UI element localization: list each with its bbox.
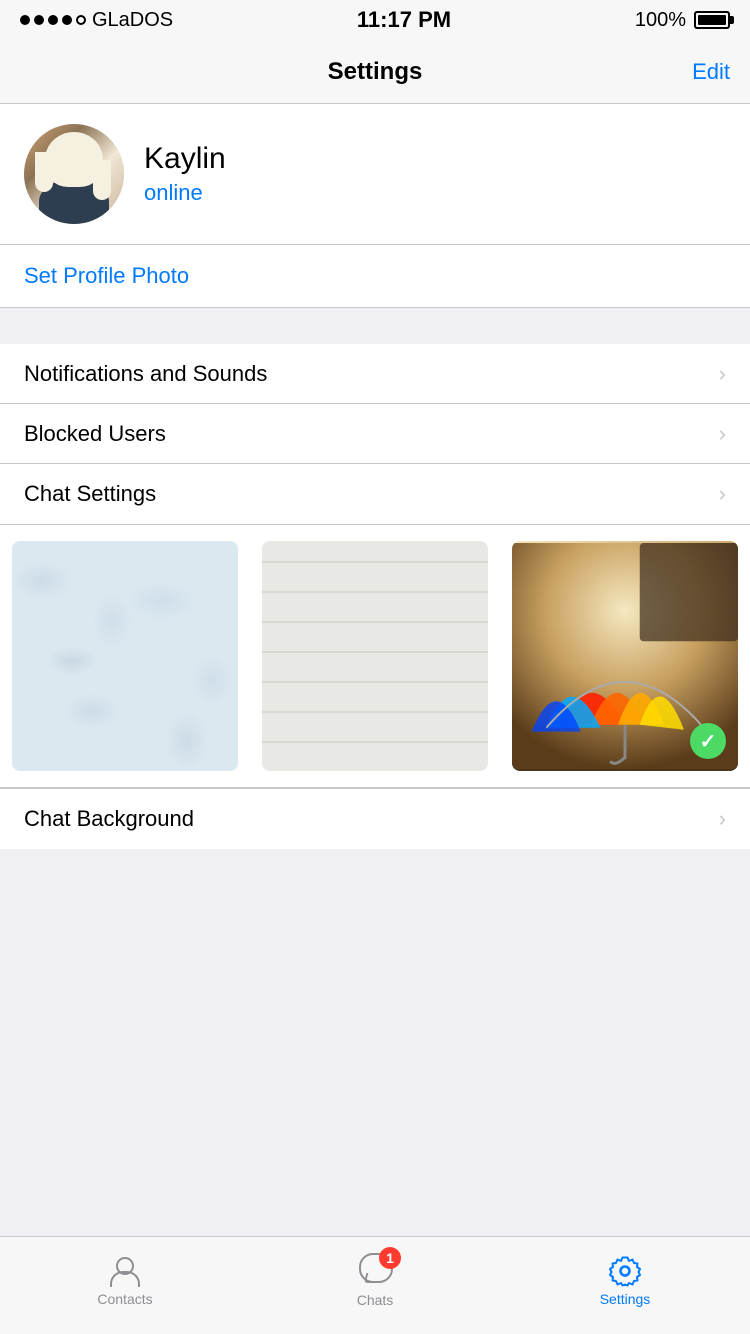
set-photo-row[interactable]: Set Profile Photo — [0, 245, 750, 308]
profile-info: Kaylin online — [144, 142, 226, 206]
carrier-name: GLaDOS — [92, 9, 173, 32]
chevron-icon: › — [719, 481, 726, 507]
chat-background-section: Chat Background › — [0, 788, 750, 849]
chat-background-label: Chat Background — [24, 806, 194, 832]
tab-settings[interactable]: Settings — [500, 1255, 750, 1307]
contacts-icon — [109, 1255, 141, 1287]
settings-gear-icon — [609, 1255, 641, 1287]
profile-status: online — [144, 180, 226, 206]
chevron-icon: › — [719, 421, 726, 447]
section-divider — [0, 308, 750, 344]
status-left: GLaDOS — [20, 9, 173, 32]
wallpaper-item-1[interactable] — [12, 541, 238, 771]
profile-section: Kaylin online — [0, 104, 750, 245]
tab-contacts[interactable]: Contacts — [0, 1255, 250, 1307]
notifications-sounds-label: Notifications and Sounds — [24, 361, 267, 387]
set-profile-photo-button[interactable]: Set Profile Photo — [24, 263, 189, 289]
content-area: Kaylin online Set Profile Photo Notifica… — [0, 104, 750, 947]
status-bar: GLaDOS 11:17 PM 100% — [0, 0, 750, 40]
signal-dot-2 — [34, 15, 44, 25]
avatar-image — [24, 124, 124, 224]
avatar[interactable] — [24, 124, 124, 224]
chats-icon-wrap: 1 — [359, 1253, 391, 1288]
wallpaper-previews: ✓ — [0, 525, 750, 787]
status-right: 100% — [635, 9, 730, 32]
edit-button[interactable]: Edit — [692, 59, 730, 85]
battery-fill — [698, 15, 726, 25]
notifications-sounds-row[interactable]: Notifications and Sounds › — [0, 344, 750, 404]
menu-section: Notifications and Sounds › Blocked Users… — [0, 344, 750, 524]
selected-checkmark: ✓ — [690, 723, 726, 759]
avatar-hair — [45, 132, 103, 187]
tab-chats-label: Chats — [357, 1292, 394, 1308]
signal-dot-1 — [20, 15, 30, 25]
tab-bar: Contacts 1 Chats Settings — [0, 1236, 750, 1334]
profile-name: Kaylin — [144, 142, 226, 176]
chats-badge: 1 — [379, 1247, 401, 1269]
signal-dot-4 — [62, 15, 72, 25]
battery-body — [694, 11, 730, 29]
tab-chats[interactable]: 1 Chats — [250, 1253, 500, 1308]
avatar-hair-right — [93, 160, 111, 200]
chat-settings-label: Chat Settings — [24, 481, 156, 507]
tab-contacts-label: Contacts — [97, 1291, 152, 1307]
blocked-users-label: Blocked Users — [24, 421, 166, 447]
signal-dots — [20, 15, 86, 25]
battery-percent: 100% — [635, 9, 686, 32]
chevron-icon: › — [719, 806, 726, 832]
chat-settings-row[interactable]: Chat Settings › — [0, 464, 750, 524]
wallpaper-item-3[interactable]: ✓ — [512, 541, 738, 771]
chevron-icon: › — [719, 361, 726, 387]
status-time: 11:17 PM — [357, 7, 451, 33]
tab-settings-label: Settings — [600, 1291, 651, 1307]
nav-title: Settings — [328, 58, 423, 86]
wallpaper-item-2[interactable] — [262, 541, 488, 771]
blocked-users-row[interactable]: Blocked Users › — [0, 404, 750, 464]
wallpaper-section: ✓ — [0, 524, 750, 788]
chat-background-row[interactable]: Chat Background › — [0, 789, 750, 849]
signal-dot-5 — [76, 15, 86, 25]
signal-dot-3 — [48, 15, 58, 25]
battery-icon — [694, 11, 730, 29]
nav-bar: Settings Edit — [0, 40, 750, 104]
